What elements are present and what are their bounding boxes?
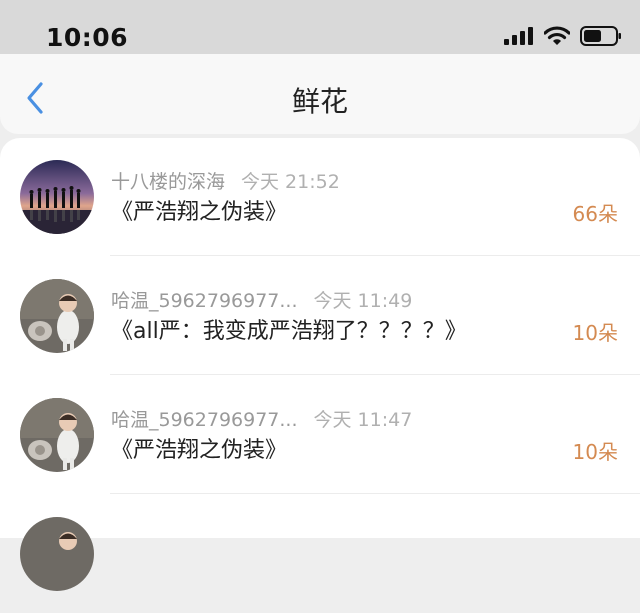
wifi-icon (543, 26, 571, 50)
divider (110, 255, 640, 256)
avatar[interactable] (20, 160, 94, 234)
list-item[interactable]: 十八楼的深海 今天 21:52 《严浩翔之伪装》 66朵 (0, 138, 640, 256)
flower-count: 10朵 (572, 321, 618, 345)
divider (110, 493, 640, 494)
status-time: 10:06 (46, 23, 129, 52)
navigation-header: 鲜花 (0, 54, 640, 134)
timestamp: 今天 21:52 (241, 171, 340, 193)
timestamp: 今天 11:49 (313, 290, 413, 312)
list-item[interactable] (0, 495, 640, 613)
sender-name[interactable]: 十八楼的深海 (111, 171, 225, 193)
divider (110, 374, 640, 375)
sender-name[interactable]: 哈温_5962796977... (111, 290, 298, 312)
signal-icon (504, 27, 534, 49)
flower-count: 66朵 (572, 202, 618, 226)
work-title[interactable]: 《严浩翔之伪装》 (111, 197, 287, 229)
flower-count: 10朵 (572, 440, 618, 464)
battery-icon (580, 26, 622, 50)
page-title: 鲜花 (291, 85, 348, 118)
work-title[interactable]: 《all严：我变成严浩翔了？？？？》 (111, 316, 467, 348)
sender-line: 十八楼的深海 今天 21:52 (111, 169, 340, 195)
avatar[interactable] (20, 398, 94, 472)
work-title[interactable]: 《严浩翔之伪装》 (111, 435, 287, 467)
timestamp: 今天 11:47 (313, 409, 413, 431)
sender-line: 哈温_5962796977... 今天 11:49 (111, 288, 412, 314)
list-item[interactable]: 哈温_5962796977... 今天 11:47 《严浩翔之伪装》 10朵 (0, 376, 640, 494)
avatar[interactable] (20, 279, 94, 353)
list-item[interactable]: 哈温_5962796977... 今天 11:49 《all严：我变成严浩翔了？？… (0, 257, 640, 375)
status-icons (504, 24, 622, 52)
sender-name[interactable]: 哈温_5962796977... (111, 409, 298, 431)
flower-gift-list: 十八楼的深海 今天 21:52 《严浩翔之伪装》 66朵 哈温_596279697… (0, 138, 640, 591)
status-bar: 10:06 (0, 0, 640, 56)
avatar[interactable] (20, 517, 94, 591)
sender-line: 哈温_5962796977... 今天 11:47 (111, 407, 412, 433)
